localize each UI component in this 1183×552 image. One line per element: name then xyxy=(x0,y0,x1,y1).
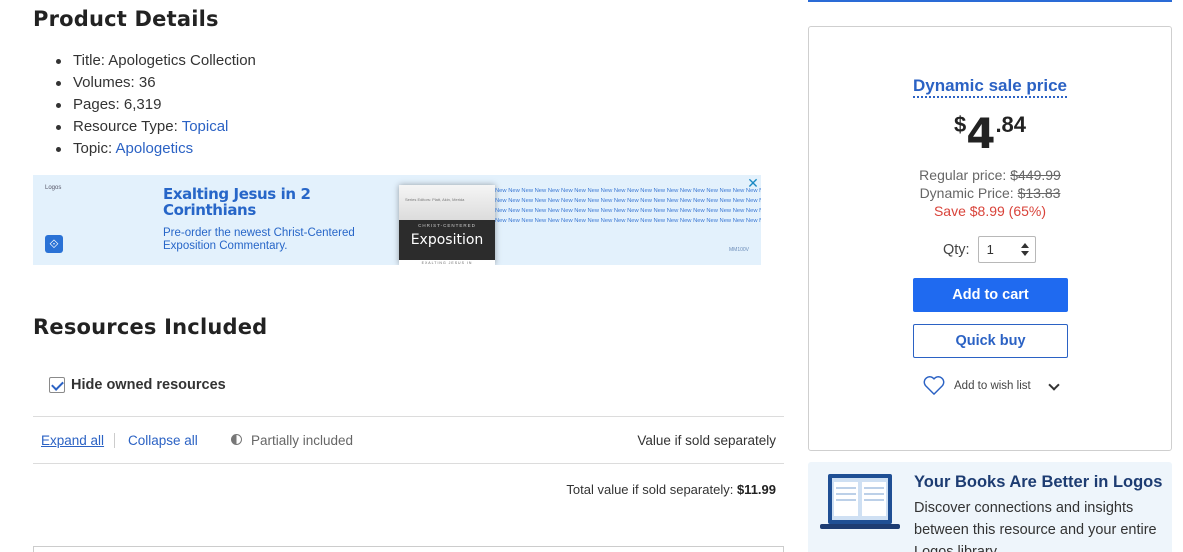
ad-subtext: Pre-order the newest Christ-Centered Exp… xyxy=(163,227,355,252)
ad-brand: Logos xyxy=(45,185,62,191)
detail-resource-type: Resource Type: Topical xyxy=(53,116,256,138)
book-authors: Series Editors: Platt, Akin, Merida xyxy=(399,185,495,220)
top-accent-bar xyxy=(808,0,1172,2)
price-breakdown: Regular price: $449.99 Dynamic Price: $1… xyxy=(809,166,1171,220)
resource-list-box xyxy=(33,546,784,552)
quantity-row: Qty: 1 xyxy=(943,236,1036,263)
partially-included-label: Partially included xyxy=(251,433,354,448)
book-series: CHRIST-CENTERED xyxy=(418,223,476,228)
savings-text: Save $8.99 (65%) xyxy=(933,203,1047,219)
total-value-amount: $11.99 xyxy=(736,482,776,497)
add-to-cart-button[interactable]: Add to cart xyxy=(913,278,1068,312)
qty-label: Qty: xyxy=(943,241,970,258)
resources-included-heading: Resources Included xyxy=(33,315,268,339)
quantity-stepper[interactable]: 1 xyxy=(977,236,1036,263)
add-to-wish-list[interactable]: Add to wish list xyxy=(923,376,1031,395)
ad-new-pattern: New New New New New New New New New New … xyxy=(495,188,761,224)
book-title: Exposition xyxy=(410,232,484,248)
current-price: $4.84 xyxy=(953,109,1027,158)
laptop-illustration xyxy=(820,474,900,529)
regular-price: Regular price: $449.99 xyxy=(919,167,1061,183)
ad-book-cover: Series Editors: Platt, Akin, Merida CHRI… xyxy=(399,185,495,265)
wish-list-label: Add to wish list xyxy=(954,379,1031,392)
total-value: Total value if sold separately: $11.99 xyxy=(566,482,776,497)
book-footer: EXALTING JESUS IN xyxy=(421,261,473,265)
promo-title: Your Books Are Better in Logos xyxy=(914,473,1163,491)
product-details-list: Title: Apologetics Collection Volumes: 3… xyxy=(53,50,256,160)
detail-title: Title: Apologetics Collection xyxy=(53,50,256,72)
divider xyxy=(33,416,784,417)
promo-text: Discover connections and insights betwee… xyxy=(914,500,1157,552)
dynamic-sale-price-link[interactable]: Dynamic sale price xyxy=(912,76,1068,98)
collapse-all-link[interactable]: Collapse all xyxy=(128,433,198,448)
dynamic-price: Dynamic Price: $13.83 xyxy=(919,185,1061,201)
detail-pages: Pages: 6,319 xyxy=(53,94,256,116)
product-details-heading: Product Details xyxy=(33,7,219,31)
topic-link[interactable]: Apologetics xyxy=(116,140,194,157)
hide-owned-checkbox[interactable] xyxy=(49,377,65,393)
quick-buy-button[interactable]: Quick buy xyxy=(913,324,1068,358)
logos-icon: ⟐ xyxy=(45,235,63,253)
divider xyxy=(33,463,784,464)
spinner-arrows-icon[interactable] xyxy=(1020,243,1029,257)
ad-headline: Exalting Jesus in 2 Corinthians xyxy=(163,185,311,219)
logos-promo[interactable]: Your Books Are Better in Logos Discover … xyxy=(808,462,1172,552)
detail-topic: Topic: Apologetics xyxy=(53,138,256,160)
ad-code: MM100V xyxy=(729,247,750,253)
hide-owned-toggle[interactable]: Hide owned resources xyxy=(49,377,226,393)
divider xyxy=(114,433,115,448)
close-icon[interactable]: ✕ xyxy=(746,176,760,190)
resource-type-link[interactable]: Topical xyxy=(182,118,229,135)
hide-owned-label: Hide owned resources xyxy=(71,377,226,393)
value-if-sold-header: Value if sold separately xyxy=(637,433,776,448)
half-circle-icon xyxy=(231,434,242,445)
heart-icon xyxy=(923,376,945,395)
chevron-down-icon[interactable] xyxy=(1048,379,1060,391)
purchase-panel: Dynamic sale price $4.84 Regular price: … xyxy=(808,26,1172,451)
ad-banner[interactable]: Logos ⟐ Exalting Jesus in 2 Corinthians … xyxy=(33,175,761,265)
detail-volumes: Volumes: 36 xyxy=(53,72,256,94)
expand-all-link[interactable]: Expand all xyxy=(41,433,104,448)
